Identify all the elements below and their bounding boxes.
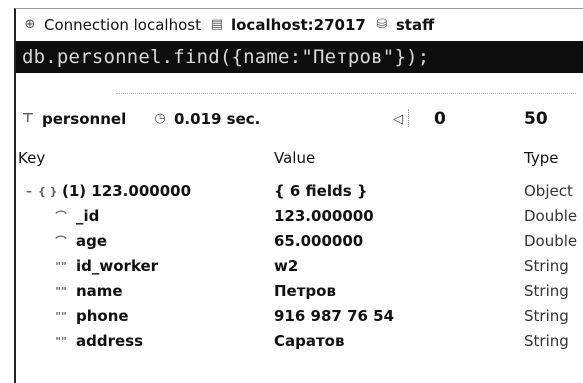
field-row[interactable]: "" address Саратов String xyxy=(16,329,583,354)
double-field-icon: ⌒ xyxy=(55,235,67,248)
field-type: String xyxy=(524,257,569,275)
collapse-icon[interactable]: – xyxy=(26,179,32,204)
collection-name: personnel xyxy=(42,110,127,128)
server-address: localhost:27017 xyxy=(230,16,366,34)
field-value: 65.000000 xyxy=(274,232,364,250)
field-key-text: id_worker xyxy=(76,257,159,275)
connection-icon: ⊕ xyxy=(24,17,36,32)
server-icon: ▤ xyxy=(210,17,224,32)
document-key-text: (1) 123.000000 xyxy=(62,182,192,200)
header-value[interactable]: Value xyxy=(274,149,315,167)
query-editor[interactable]: db.personnel.find({name:"Петров"}); xyxy=(16,41,583,73)
double-field-icon: ⌒ xyxy=(55,210,67,223)
field-key: "" name xyxy=(52,279,123,304)
database-icon: ⛁ xyxy=(376,17,388,32)
field-value: Петров xyxy=(274,282,336,300)
field-key-text: name xyxy=(76,282,123,300)
field-value: Саратов xyxy=(274,332,345,350)
string-field-icon: "" xyxy=(55,310,67,323)
divider xyxy=(116,93,576,94)
field-row[interactable]: ⌒ age 65.000000 Double xyxy=(16,229,583,254)
database-label[interactable]: ⛁ staff xyxy=(374,16,434,34)
field-key-text: phone xyxy=(76,307,129,325)
previous-page-icon[interactable]: ◁ xyxy=(393,112,403,127)
connection-name: Connection localhost xyxy=(44,16,201,34)
field-value: w2 xyxy=(274,257,299,275)
execution-time-value: 0.019 sec. xyxy=(174,110,261,128)
pager-separator xyxy=(408,109,410,127)
field-row[interactable]: "" id_worker w2 String xyxy=(16,254,583,279)
field-key-text: _id xyxy=(76,207,100,225)
string-field-icon: "" xyxy=(55,335,67,348)
result-panel: ⊕ Connection localhost ▤ localhost:27017… xyxy=(14,8,583,383)
field-type: Double xyxy=(524,232,578,250)
header-key[interactable]: Key xyxy=(18,149,45,167)
field-key: "" id_worker xyxy=(52,254,158,279)
string-field-icon: "" xyxy=(55,260,67,273)
field-type: Double xyxy=(524,207,578,225)
field-type: String xyxy=(524,282,569,300)
field-key: "" address xyxy=(52,329,143,354)
field-row[interactable]: ⌒ _id 123.000000 Double xyxy=(16,204,583,229)
field-key: ⌒ age xyxy=(52,229,108,254)
field-key-text: address xyxy=(76,332,144,350)
field-type: String xyxy=(524,307,569,325)
document-icon: { } xyxy=(38,185,58,198)
field-type: String xyxy=(524,332,569,350)
field-row[interactable]: "" name Петров String xyxy=(16,279,583,304)
database-name: staff xyxy=(395,16,435,34)
document-type: Object xyxy=(524,182,573,200)
field-key-text: age xyxy=(76,232,108,250)
result-toolbar: ⊤ personnel ◷ 0.019 sec. ◁ 0 50 xyxy=(16,105,583,133)
field-key: ⌒ _id xyxy=(52,204,100,229)
field-row[interactable]: "" phone 916 987 76 54 String xyxy=(16,304,583,329)
limit-field[interactable]: 50 xyxy=(524,109,548,129)
skip-field[interactable]: 0 xyxy=(434,109,446,129)
document-value: { 6 fields } xyxy=(274,182,368,200)
collection-label: ⊤ personnel xyxy=(20,110,126,128)
result-tree: – { } (1) 123.000000 { 6 fields } Object… xyxy=(16,179,583,354)
execution-time: ◷ 0.019 sec. xyxy=(152,110,260,128)
string-field-icon: "" xyxy=(55,285,67,298)
table-header: Key Value Type xyxy=(16,149,583,175)
field-key: "" phone xyxy=(52,304,129,329)
field-value: 123.000000 xyxy=(274,207,374,225)
field-value: 916 987 76 54 xyxy=(274,307,395,325)
clock-icon: ◷ xyxy=(154,111,166,126)
server-label[interactable]: ▤ localhost:27017 xyxy=(209,16,366,34)
document-row[interactable]: – { } (1) 123.000000 { 6 fields } Object xyxy=(16,179,583,204)
document-key: – { } (1) 123.000000 xyxy=(26,179,191,204)
header-type[interactable]: Type xyxy=(524,149,558,167)
connection-label[interactable]: ⊕ Connection localhost xyxy=(22,16,201,34)
connection-bar: ⊕ Connection localhost ▤ localhost:27017… xyxy=(16,9,583,41)
collection-icon: ⊤ xyxy=(22,111,34,126)
